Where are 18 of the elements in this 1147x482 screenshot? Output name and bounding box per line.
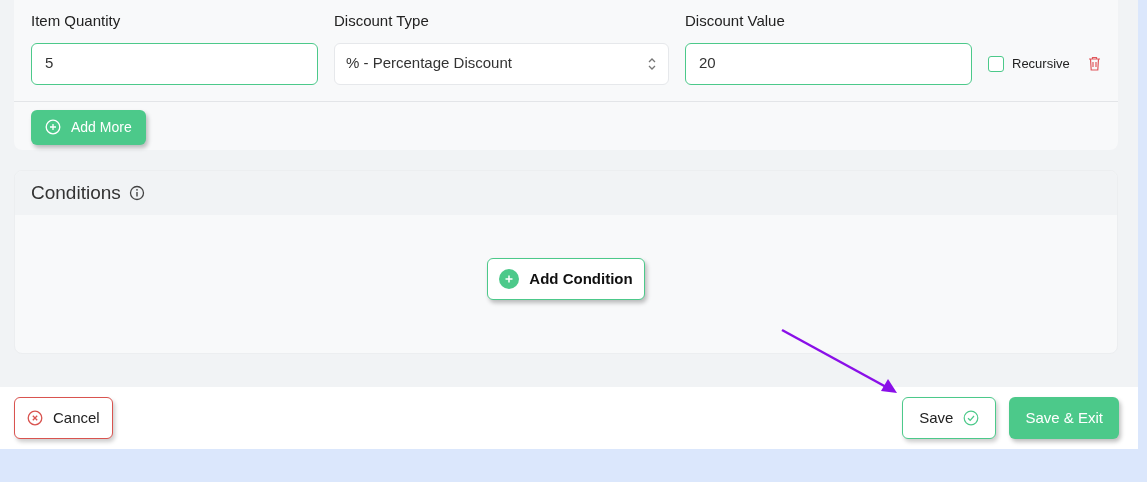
field-label: Discount Value — [685, 11, 786, 31]
field-label: Item Quantity — [31, 11, 122, 31]
checkbox-label: Recursive — [1012, 54, 1070, 73]
add-condition-button[interactable]: Add Condition — [487, 258, 645, 300]
trash-icon[interactable] — [1087, 56, 1101, 71]
close-icon — [27, 410, 43, 426]
input-field[interactable]: 5 — [31, 42, 318, 85]
input-field[interactable]: 20 — [685, 42, 972, 85]
plus-circle-icon — [45, 119, 61, 135]
plus-circle-icon — [499, 269, 520, 289]
field-label: Discount Type — [334, 11, 430, 31]
discount-type-select[interactable]: % - Percentage Discount — [334, 42, 669, 85]
info-icon — [128, 185, 145, 201]
cancel-button[interactable]: Cancel — [14, 397, 113, 439]
check-circle-icon — [963, 410, 980, 426]
checkbox[interactable] — [988, 55, 1004, 72]
save-button[interactable]: Save — [902, 397, 997, 439]
section-title: Conditions — [31, 180, 121, 205]
